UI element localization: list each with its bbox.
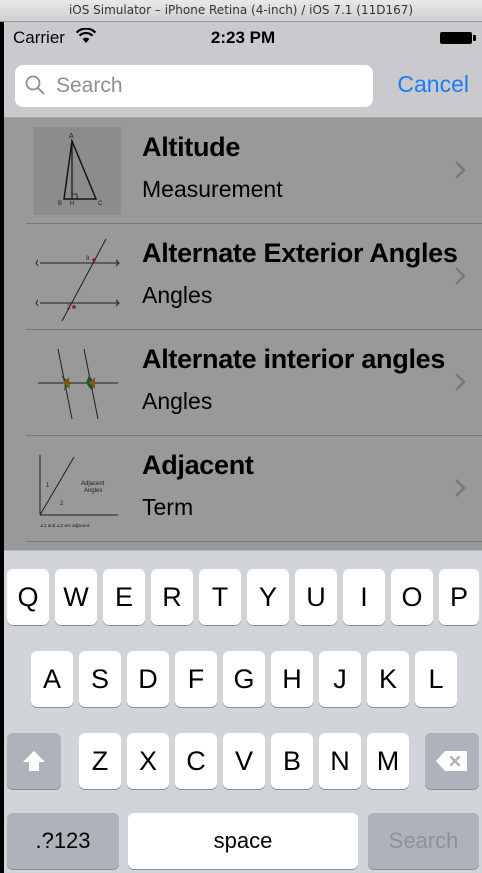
key-g[interactable]: G [223, 651, 265, 707]
delete-key[interactable] [425, 733, 479, 789]
key-y[interactable]: Y [247, 569, 289, 625]
result-subtitle: Measurement [142, 176, 283, 202]
chevron-right-icon [455, 161, 466, 179]
key-o[interactable]: O [391, 569, 433, 625]
key-f[interactable]: F [175, 651, 217, 707]
chevron-right-icon [455, 479, 466, 497]
key-s[interactable]: S [79, 651, 121, 707]
key-c[interactable]: C [175, 733, 217, 789]
list-item[interactable]: 8 2 Alternate Exterior Angles Angles [4, 224, 482, 330]
shift-icon [23, 751, 45, 771]
thumb-label: Adjacent [81, 481, 105, 487]
keyboard: Q W E R T Y U I O P A S D F G H J K L Z … [4, 550, 482, 873]
key-q[interactable]: Q [7, 569, 49, 625]
altitude-thumbnail: A B H C [34, 127, 121, 215]
key-m[interactable]: M [367, 733, 409, 789]
result-subtitle: Term [142, 494, 194, 520]
key-k[interactable]: K [367, 651, 409, 707]
key-z[interactable]: Z [79, 733, 121, 789]
key-j[interactable]: J [319, 651, 361, 707]
thumb-label: H [70, 201, 74, 207]
adjacent-angles-thumbnail: 1 2 Adjacent Angles ∠1 and ∠2 are adjace… [34, 445, 121, 533]
thumb-label: Angles [84, 488, 102, 494]
list-item[interactable]: 1 2 Adjacent Angles ∠1 and ∠2 are adjace… [4, 436, 482, 542]
key-x[interactable]: X [127, 733, 169, 789]
shift-key[interactable] [7, 733, 61, 789]
key-a[interactable]: A [31, 651, 73, 707]
key-t[interactable]: T [199, 569, 241, 625]
key-l[interactable]: L [415, 651, 457, 707]
thumb-label: A [69, 133, 74, 140]
space-key[interactable]: space [128, 813, 358, 869]
search-key[interactable]: Search [368, 813, 479, 869]
key-i[interactable]: I [343, 569, 385, 625]
search-results-list: A B H C Altitude Measurement 8 2 Alterna… [4, 118, 482, 573]
key-v[interactable]: V [223, 733, 265, 789]
result-subtitle: Angles [142, 388, 213, 414]
row-separator [26, 541, 482, 542]
search-bar: Cancel [4, 52, 482, 118]
battery-icon [440, 32, 476, 44]
search-input[interactable] [56, 65, 356, 107]
key-w[interactable]: W [55, 569, 97, 625]
key-n[interactable]: N [319, 733, 361, 789]
thumb-label: C [98, 201, 103, 207]
result-subtitle: Angles [142, 282, 213, 308]
thumb-label: B [58, 201, 62, 207]
exterior-angles-thumbnail: 8 2 [34, 233, 121, 321]
result-title: Alternate Exterior Angles [142, 238, 458, 268]
numbers-key[interactable]: .?123 [7, 813, 119, 869]
chevron-right-icon [455, 267, 466, 285]
thumb-label: ∠1 and ∠2 are adjacent. [40, 523, 90, 528]
chevron-right-icon [455, 373, 466, 391]
simulator-window-title: iOS Simulator – iPhone Retina (4-inch) /… [0, 0, 482, 22]
list-item[interactable]: Alternate interior angles Angles [4, 330, 482, 436]
status-bar: Carrier 2:23 PM [4, 22, 482, 52]
key-p[interactable]: P [439, 569, 479, 625]
result-title: Adjacent [142, 450, 254, 480]
cancel-button[interactable]: Cancel [397, 71, 469, 98]
backspace-icon [436, 751, 467, 771]
key-e[interactable]: E [103, 569, 145, 625]
key-r[interactable]: R [151, 569, 193, 625]
search-field[interactable] [15, 65, 373, 107]
result-title: Alternate interior angles [142, 344, 446, 374]
status-time: 2:23 PM [210, 28, 276, 47]
search-icon [25, 75, 45, 95]
key-u[interactable]: U [295, 569, 337, 625]
result-title: Altitude [142, 132, 241, 162]
phone-screen: Carrier 2:23 PM Cancel [4, 22, 482, 873]
interior-angles-thumbnail [34, 339, 121, 427]
key-b[interactable]: B [271, 733, 313, 789]
key-h[interactable]: H [271, 651, 313, 707]
list-item[interactable]: A B H C Altitude Measurement [4, 118, 482, 224]
key-d[interactable]: D [127, 651, 169, 707]
